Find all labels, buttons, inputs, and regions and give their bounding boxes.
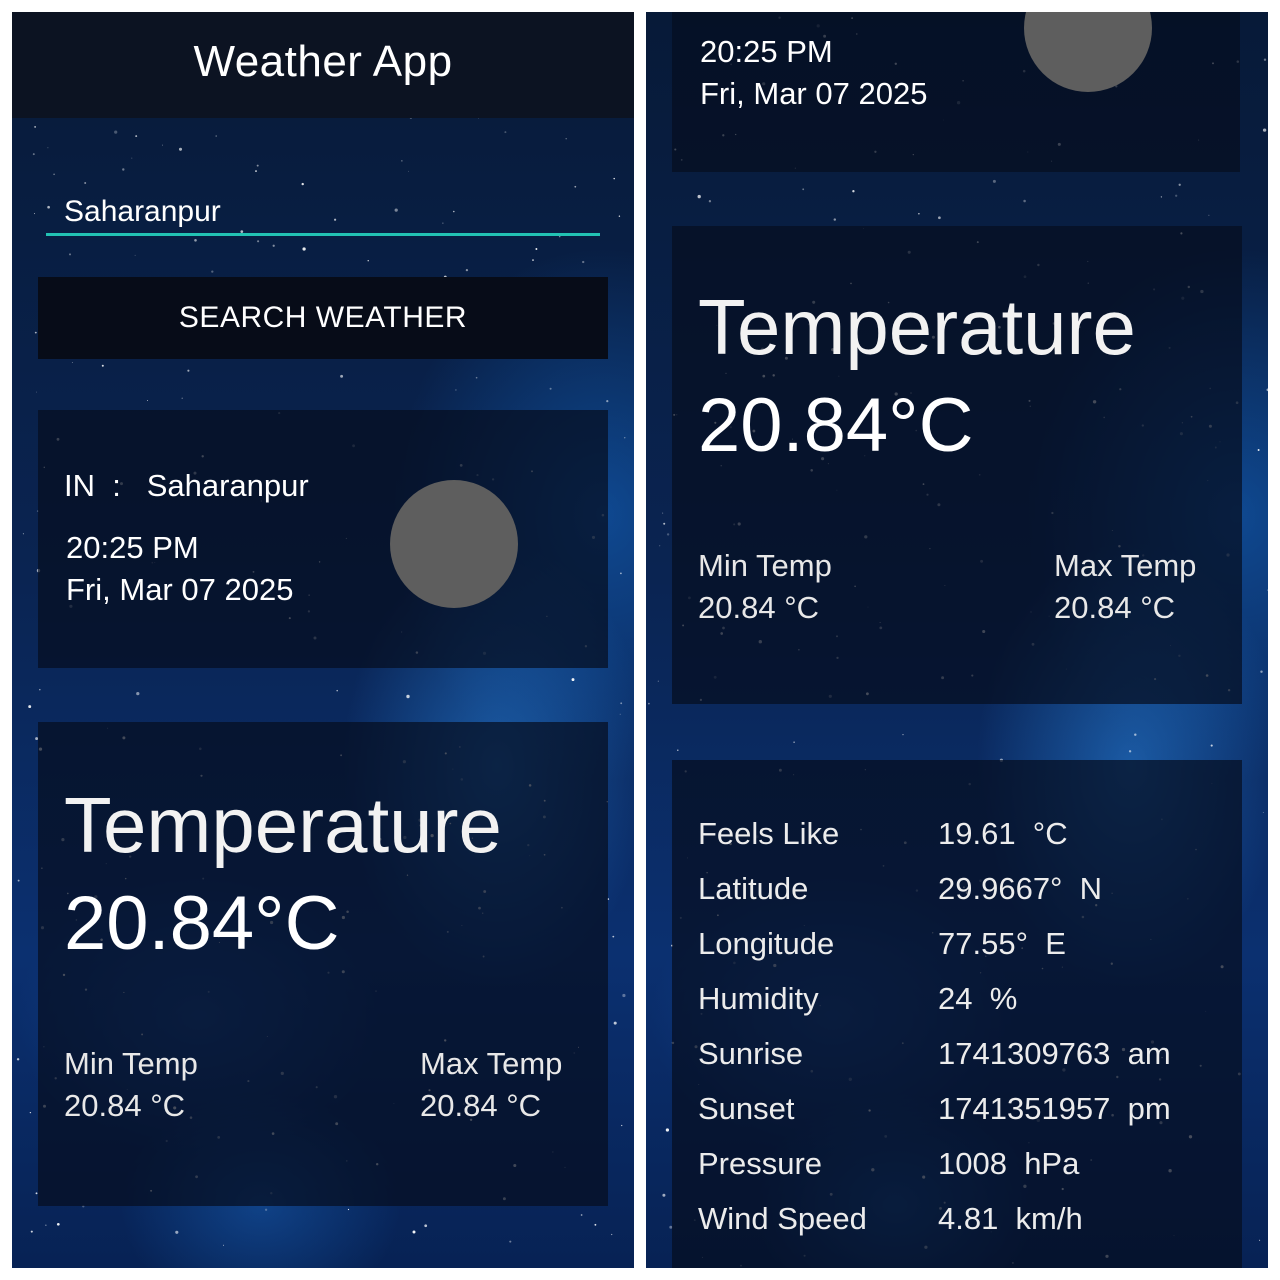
- detail-value: 19.61 °C: [938, 816, 1068, 851]
- detail-row-latitude: Latitude 29.9667° N: [698, 871, 1238, 921]
- location-card-scrolled: 20:25 PM Fri, Mar 07 2025: [672, 12, 1240, 172]
- min-temp-value: 20.84 °C: [64, 1088, 185, 1123]
- detail-label: Humidity: [698, 981, 819, 1016]
- country-code: IN: [64, 468, 95, 503]
- detail-value: 1741309763 am: [938, 1036, 1171, 1071]
- current-date-scrolled: Fri, Mar 07 2025: [700, 76, 928, 111]
- detail-label: Pressure: [698, 1146, 823, 1181]
- detail-row-sunset: Sunset 1741351957 pm: [698, 1091, 1238, 1141]
- detail-label: Latitude: [698, 871, 809, 906]
- detail-row-wind-speed: Wind Speed 4.81 km/h: [698, 1201, 1238, 1251]
- max-temp-value-scrolled: 20.84 °C: [1054, 590, 1175, 625]
- app-bar: Weather App: [12, 12, 634, 118]
- temperature-card-scrolled: Temperature 20.84°C Min Temp 20.84 °C Ma…: [672, 226, 1242, 704]
- temperature-value: 20.84°C: [64, 881, 340, 966]
- max-temp-label: Max Temp: [420, 1046, 563, 1081]
- detail-value: 4.81 km/h: [938, 1201, 1083, 1236]
- detail-label: Wind Speed: [698, 1201, 867, 1236]
- detail-row-feels-like: Feels Like 19.61 °C: [698, 816, 1238, 866]
- min-temp-value-scrolled: 20.84 °C: [698, 590, 819, 625]
- detail-label: Feels Like: [698, 816, 840, 851]
- left-screen: Weather App SEARCH WEATHER IN : Saharanp…: [12, 12, 634, 1268]
- max-temp-value: 20.84 °C: [420, 1088, 541, 1123]
- temperature-value-scrolled: 20.84°C: [698, 383, 974, 468]
- min-temp-label-scrolled: Min Temp: [698, 548, 832, 583]
- temperature-title: Temperature: [64, 781, 502, 869]
- min-temp-label: Min Temp: [64, 1046, 198, 1081]
- current-date: Fri, Mar 07 2025: [66, 572, 294, 607]
- current-time-scrolled: 20:25 PM: [700, 34, 833, 69]
- detail-value: 29.9667° N: [938, 871, 1103, 906]
- detail-label: Sunrise: [698, 1036, 804, 1071]
- temperature-card: Temperature 20.84°C Min Temp 20.84 °C Ma…: [38, 722, 608, 1206]
- current-time: 20:25 PM: [66, 530, 199, 565]
- detail-row-longitude: Longitude 77.55° E: [698, 926, 1238, 976]
- city-name: Saharanpur: [146, 468, 309, 503]
- detail-row-pressure: Pressure 1008 hPa: [698, 1146, 1238, 1196]
- max-temp-label-scrolled: Max Temp: [1054, 548, 1197, 583]
- detail-row-sunrise: Sunrise 1741309763 am: [698, 1036, 1238, 1086]
- detail-value: 24 %: [938, 981, 1018, 1016]
- detail-label: Sunset: [698, 1091, 795, 1126]
- detail-value: 77.55° E: [938, 926, 1066, 961]
- location-line: IN : Saharanpur: [64, 468, 309, 504]
- detail-label: Longitude: [698, 926, 835, 961]
- app-title: Weather App: [193, 37, 453, 86]
- right-screen: 20:25 PM Fri, Mar 07 2025 Temperature 20…: [646, 12, 1268, 1268]
- detail-row-humidity: Humidity 24 %: [698, 981, 1238, 1031]
- weather-details-card: Feels Like 19.61 °C Latitude 29.9667° N …: [672, 760, 1242, 1268]
- search-weather-button[interactable]: SEARCH WEATHER: [38, 277, 608, 359]
- detail-value: 1741351957 pm: [938, 1091, 1171, 1126]
- weather-icon: [390, 480, 518, 608]
- city-search-input[interactable]: [46, 190, 600, 236]
- location-card: IN : Saharanpur 20:25 PM Fri, Mar 07 202…: [38, 410, 608, 668]
- weather-icon-scrolled: [1024, 12, 1152, 92]
- location-separator: :: [112, 468, 121, 503]
- detail-value: 1008 hPa: [938, 1146, 1080, 1181]
- temperature-title-scrolled: Temperature: [698, 283, 1136, 371]
